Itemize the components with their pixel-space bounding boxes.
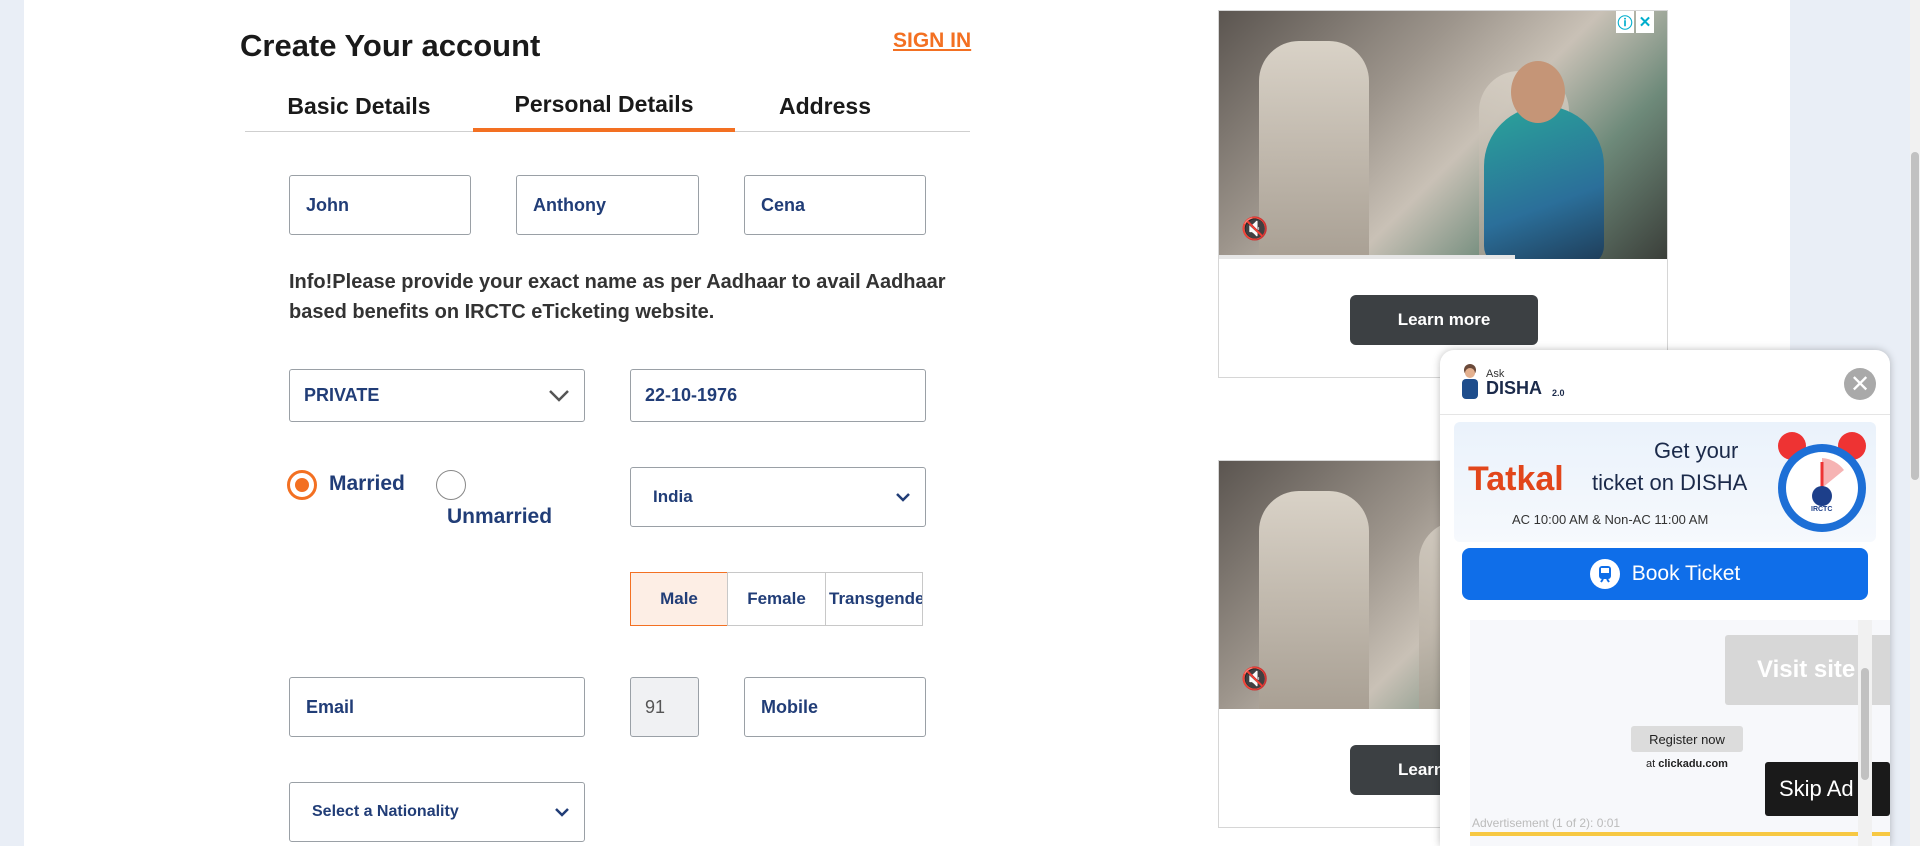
disha-header: Ask DISHA 2.0 ✕	[1440, 350, 1890, 415]
mobile-placeholder: Mobile	[761, 696, 818, 717]
middle-name-field[interactable]: Anthony	[516, 175, 699, 235]
banner-get-your: Get your	[1654, 438, 1739, 463]
ad-choices[interactable]: ⓘ ✕	[1616, 11, 1654, 35]
banner-brand: IRCTC	[1811, 506, 1833, 513]
occupation-select[interactable]: PRIVATE	[289, 369, 585, 422]
married-label: Married	[329, 472, 405, 495]
sign-in-link[interactable]: SIGN IN	[893, 29, 971, 53]
gender-male-button[interactable]: Male	[630, 572, 728, 626]
ad-video-frame[interactable]: 🔇	[1219, 11, 1667, 259]
tab-basic-details[interactable]: Basic Details	[245, 80, 473, 132]
ad-person-image	[1484, 106, 1604, 259]
disha-scroll-thumb[interactable]	[1861, 668, 1869, 780]
ad-person-head	[1511, 61, 1565, 123]
email-placeholder: Email	[306, 696, 355, 717]
disha-name: DISHA	[1486, 378, 1543, 398]
first-name-value: John	[306, 194, 349, 215]
banner-timing: AC 10:00 AM & Non-AC 11:00 AM	[1512, 512, 1709, 527]
married-radio[interactable]	[287, 470, 317, 500]
chevron-down-icon	[549, 389, 569, 402]
close-icon[interactable]: ✕	[1636, 11, 1654, 33]
muted-speaker-icon[interactable]: 🔇	[1241, 216, 1268, 242]
middle-name-value: Anthony	[533, 194, 606, 215]
unmarried-radio[interactable]	[436, 470, 466, 500]
country-value: India	[653, 487, 693, 506]
ad-car-seat-image	[1259, 41, 1369, 259]
disha-embedded-ad[interactable]: Visit site Register now at clickadu.com …	[1470, 620, 1890, 846]
disha-close-button[interactable]: ✕	[1844, 368, 1876, 400]
gender-female-button[interactable]: Female	[727, 572, 826, 626]
ad-progress-bar	[1470, 832, 1890, 836]
info-icon[interactable]: ⓘ	[1616, 11, 1634, 33]
learn-more-button[interactable]: Learn more	[1350, 295, 1538, 345]
advertisement-counter: Advertisement (1 of 2): 0:01	[1472, 816, 1621, 830]
chevron-down-icon	[555, 808, 569, 817]
register-now-button[interactable]: Register now	[1631, 726, 1743, 752]
video-progress-bar	[1219, 255, 1515, 259]
chevron-down-icon	[896, 493, 910, 502]
banner-tatkal: Tatkal	[1468, 460, 1564, 498]
isd-code-field: 91	[630, 677, 699, 737]
alarm-clock-icon	[1778, 432, 1866, 532]
clickadu-label: at clickadu.com	[1646, 758, 1728, 770]
ad-car-seat-image	[1259, 491, 1369, 709]
occupation-value: PRIVATE	[304, 385, 380, 405]
page-scroll-thumb[interactable]	[1911, 152, 1919, 480]
muted-speaker-icon[interactable]: 🔇	[1241, 666, 1268, 692]
train-icon	[1589, 559, 1620, 589]
dob-field[interactable]: 22-10-1976	[630, 369, 926, 422]
page-background-left	[0, 0, 24, 846]
banner-ticket-on: ticket on DISHA	[1592, 470, 1748, 495]
gender-transgender-button[interactable]: Transgender	[825, 572, 923, 626]
disha-avatar-icon	[1462, 364, 1478, 399]
dob-value: 22-10-1976	[645, 385, 738, 405]
mobile-field[interactable]: Mobile	[744, 677, 926, 737]
registration-tabs: Basic Details Personal Details Address	[245, 80, 970, 132]
last-name-field[interactable]: Cena	[744, 175, 926, 235]
isd-code-value: 91	[645, 696, 666, 717]
video-ad-1[interactable]: 🔇 Learn more	[1218, 10, 1668, 378]
tab-personal-details[interactable]: Personal Details	[473, 80, 735, 132]
aadhaar-info-text: Info!Please provide your exact name as p…	[289, 271, 946, 323]
book-ticket-button[interactable]: Book Ticket	[1462, 548, 1868, 600]
country-select[interactable]: India	[630, 467, 926, 527]
disha-chat-widget: Ask DISHA 2.0 ✕ Get your Tatkal ticket o…	[1440, 350, 1890, 846]
nationality-select[interactable]: Select a Nationality	[289, 782, 585, 842]
tatkal-banner[interactable]: Get your Tatkal ticket on DISHA AC 10:00…	[1454, 422, 1876, 542]
register-at: at	[1646, 758, 1656, 770]
learn-more-button[interactable]: Learn	[1350, 745, 1450, 795]
nationality-value: Select a Nationality	[312, 803, 459, 820]
book-ticket-label: Book Ticket	[1631, 562, 1741, 585]
disha-version: 2.0	[1552, 388, 1565, 398]
email-field[interactable]: Email	[289, 677, 585, 737]
register-site: clickadu.com	[1658, 758, 1728, 770]
tab-address[interactable]: Address	[735, 80, 915, 132]
page-title: Create Your account	[240, 28, 541, 63]
unmarried-label: Unmarried	[447, 505, 553, 528]
last-name-value: Cena	[761, 194, 806, 215]
first-name-field[interactable]: John	[289, 175, 471, 235]
